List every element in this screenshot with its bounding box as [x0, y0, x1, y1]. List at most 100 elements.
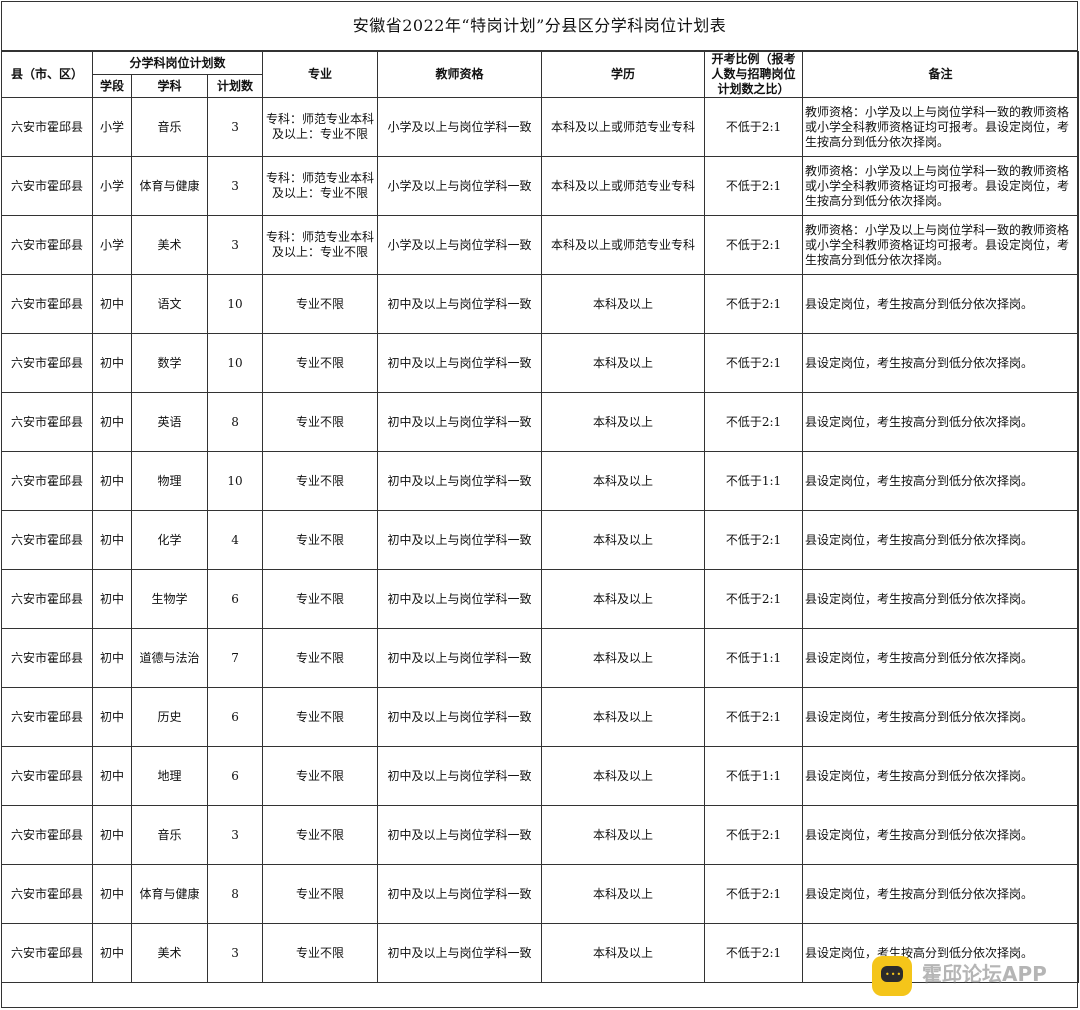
cell-stage: 初中 [92, 274, 132, 334]
cell-stage: 初中 [92, 864, 132, 924]
cell-remark: 教师资格：小学及以上与岗位学科一致的教师资格或小学全科教师资格证均可报考。县设定… [802, 215, 1080, 275]
cell-count: 4 [206, 510, 264, 570]
cell-qualification: 小学及以上与岗位学科一致 [377, 215, 543, 275]
cell-major: 专科：师范专业本科及以上：专业不限 [262, 156, 379, 216]
table-row: 六安市霍邱县 初中 地理 6 专业不限 初中及以上与岗位学科一致 本科及以上 不低于1:1 县设… [1, 746, 1080, 806]
cell-stage: 初中 [92, 510, 132, 570]
header-major: 专业 [262, 51, 379, 98]
cell-ratio: 不低于2:1 [704, 333, 804, 393]
cell-qualification: 初中及以上与岗位学科一致 [377, 451, 543, 511]
cell-remark: 县设定岗位，考生按高分到低分依次择岗。 [802, 864, 1080, 924]
cell-remark: 县设定岗位，考生按高分到低分依次择岗。 [802, 392, 1080, 452]
cell-county: 六安市霍邱县 [1, 333, 93, 393]
cell-stage: 小学 [92, 97, 132, 157]
cell-remark: 县设定岗位，考生按高分到低分依次择岗。 [802, 451, 1080, 511]
table-row: 六安市霍邱县 小学 体育与健康 3 专科：师范专业本科及以上：专业不限 小学及以上与岗位学… [1, 156, 1080, 216]
cell-ratio: 不低于1:1 [704, 746, 804, 806]
cell-subject: 生物学 [131, 569, 208, 629]
watermark-text: 霍邱论坛APP [922, 962, 1047, 986]
cell-count: 3 [206, 215, 264, 275]
cell-count: 7 [206, 628, 264, 688]
cell-education: 本科及以上或师范专业专科 [541, 215, 706, 275]
cell-qualification: 初中及以上与岗位学科一致 [377, 923, 543, 983]
cell-count: 6 [206, 569, 264, 629]
header-count: 计划数 [206, 74, 264, 98]
cell-ratio: 不低于2:1 [704, 215, 804, 275]
cell-education: 本科及以上 [541, 333, 706, 393]
cell-qualification: 小学及以上与岗位学科一致 [377, 156, 543, 216]
cell-ratio: 不低于2:1 [704, 97, 804, 157]
table-row: 六安市霍邱县 初中 英语 8 专业不限 初中及以上与岗位学科一致 本科及以上 不低于2:1 县设… [1, 392, 1080, 452]
cell-remark: 县设定岗位，考生按高分到低分依次择岗。 [802, 510, 1080, 570]
cell-qualification: 初中及以上与岗位学科一致 [377, 805, 543, 865]
cell-ratio: 不低于1:1 [704, 628, 804, 688]
cell-count: 3 [206, 805, 264, 865]
cell-subject: 美术 [131, 215, 208, 275]
cell-county: 六安市霍邱县 [1, 687, 93, 747]
cell-qualification: 初中及以上与岗位学科一致 [377, 274, 543, 334]
table-row: 六安市霍邱县 初中 体育与健康 8 专业不限 初中及以上与岗位学科一致 本科及以上 不低于2:… [1, 864, 1080, 924]
cell-subject: 物理 [131, 451, 208, 511]
cell-education: 本科及以上 [541, 628, 706, 688]
header-plan-group: 分学科岗位计划数 [91, 51, 264, 75]
cell-education: 本科及以上或师范专业专科 [541, 97, 706, 157]
header-subject: 学科 [131, 74, 208, 98]
cell-subject: 数学 [131, 333, 208, 393]
cell-county: 六安市霍邱县 [1, 215, 93, 275]
cell-major: 专业不限 [262, 274, 379, 334]
cell-remark: 县设定岗位，考生按高分到低分依次择岗。 [802, 805, 1080, 865]
cell-major: 专科：师范专业本科及以上：专业不限 [262, 97, 379, 157]
cell-remark: 县设定岗位，考生按高分到低分依次择岗。 [802, 333, 1080, 393]
table-row: 六安市霍邱县 初中 物理 10 专业不限 初中及以上与岗位学科一致 本科及以上 不低于1:1 县… [1, 451, 1080, 511]
header-county: 县（市、区） [1, 51, 93, 98]
cell-qualification: 初中及以上与岗位学科一致 [377, 864, 543, 924]
cell-subject: 英语 [131, 392, 208, 452]
cell-count: 3 [206, 156, 264, 216]
cell-major: 专业不限 [262, 451, 379, 511]
cell-subject: 体育与健康 [131, 864, 208, 924]
cell-qualification: 初中及以上与岗位学科一致 [377, 510, 543, 570]
cell-remark: 教师资格：小学及以上与岗位学科一致的教师资格或小学全科教师资格证均可报考。县设定… [802, 97, 1080, 157]
cell-remark: 县设定岗位，考生按高分到低分依次择岗。 [802, 746, 1080, 806]
cell-count: 3 [206, 97, 264, 157]
cell-education: 本科及以上 [541, 274, 706, 334]
cell-stage: 初中 [92, 392, 132, 452]
cell-stage: 初中 [92, 687, 132, 747]
cell-major: 专业不限 [262, 569, 379, 629]
cell-count: 10 [206, 451, 264, 511]
cell-count: 3 [206, 923, 264, 983]
cell-education: 本科及以上 [541, 510, 706, 570]
cell-county: 六安市霍邱县 [1, 805, 93, 865]
cell-major: 专业不限 [262, 628, 379, 688]
cell-county: 六安市霍邱县 [1, 746, 93, 806]
table-title: 安徽省2022年“特岗计划”分县区分学科岗位计划表 [2, 2, 1077, 51]
chat-bubble-logo-icon: ••• [872, 956, 912, 996]
cell-major: 专业不限 [262, 864, 379, 924]
cell-county: 六安市霍邱县 [1, 392, 93, 452]
cell-education: 本科及以上 [541, 392, 706, 452]
cell-education: 本科及以上 [541, 451, 706, 511]
cell-county: 六安市霍邱县 [1, 923, 93, 983]
cell-qualification: 小学及以上与岗位学科一致 [377, 97, 543, 157]
cell-count: 8 [206, 864, 264, 924]
header-qualification: 教师资格 [377, 51, 543, 98]
cell-remark: 县设定岗位，考生按高分到低分依次择岗。 [802, 274, 1080, 334]
cell-ratio: 不低于2:1 [704, 569, 804, 629]
watermark: ••• 霍邱论坛APP [872, 952, 1062, 1000]
cell-major: 专业不限 [262, 805, 379, 865]
cell-major: 专业不限 [262, 923, 379, 983]
table-body: 六安市霍邱县 小学 音乐 3 专科：师范专业本科及以上：专业不限 小学及以上与岗位学科一致… [1, 97, 1080, 983]
cell-subject: 历史 [131, 687, 208, 747]
cell-stage: 初中 [92, 628, 132, 688]
header-remark: 备注 [802, 51, 1080, 98]
plan-table: 县（市、区） 分学科岗位计划数 专业 教师资格 学历 开考比例（报考人数与招聘岗… [1, 51, 1080, 983]
table-row: 六安市霍邱县 初中 历史 6 专业不限 初中及以上与岗位学科一致 本科及以上 不低于2:1 县设… [1, 687, 1080, 747]
cell-remark: 教师资格：小学及以上与岗位学科一致的教师资格或小学全科教师资格证均可报考。县设定… [802, 156, 1080, 216]
cell-qualification: 初中及以上与岗位学科一致 [377, 687, 543, 747]
cell-qualification: 初中及以上与岗位学科一致 [377, 392, 543, 452]
cell-education: 本科及以上或师范专业专科 [541, 156, 706, 216]
cell-subject: 地理 [131, 746, 208, 806]
cell-stage: 初中 [92, 451, 132, 511]
cell-count: 10 [206, 333, 264, 393]
cell-count: 10 [206, 274, 264, 334]
